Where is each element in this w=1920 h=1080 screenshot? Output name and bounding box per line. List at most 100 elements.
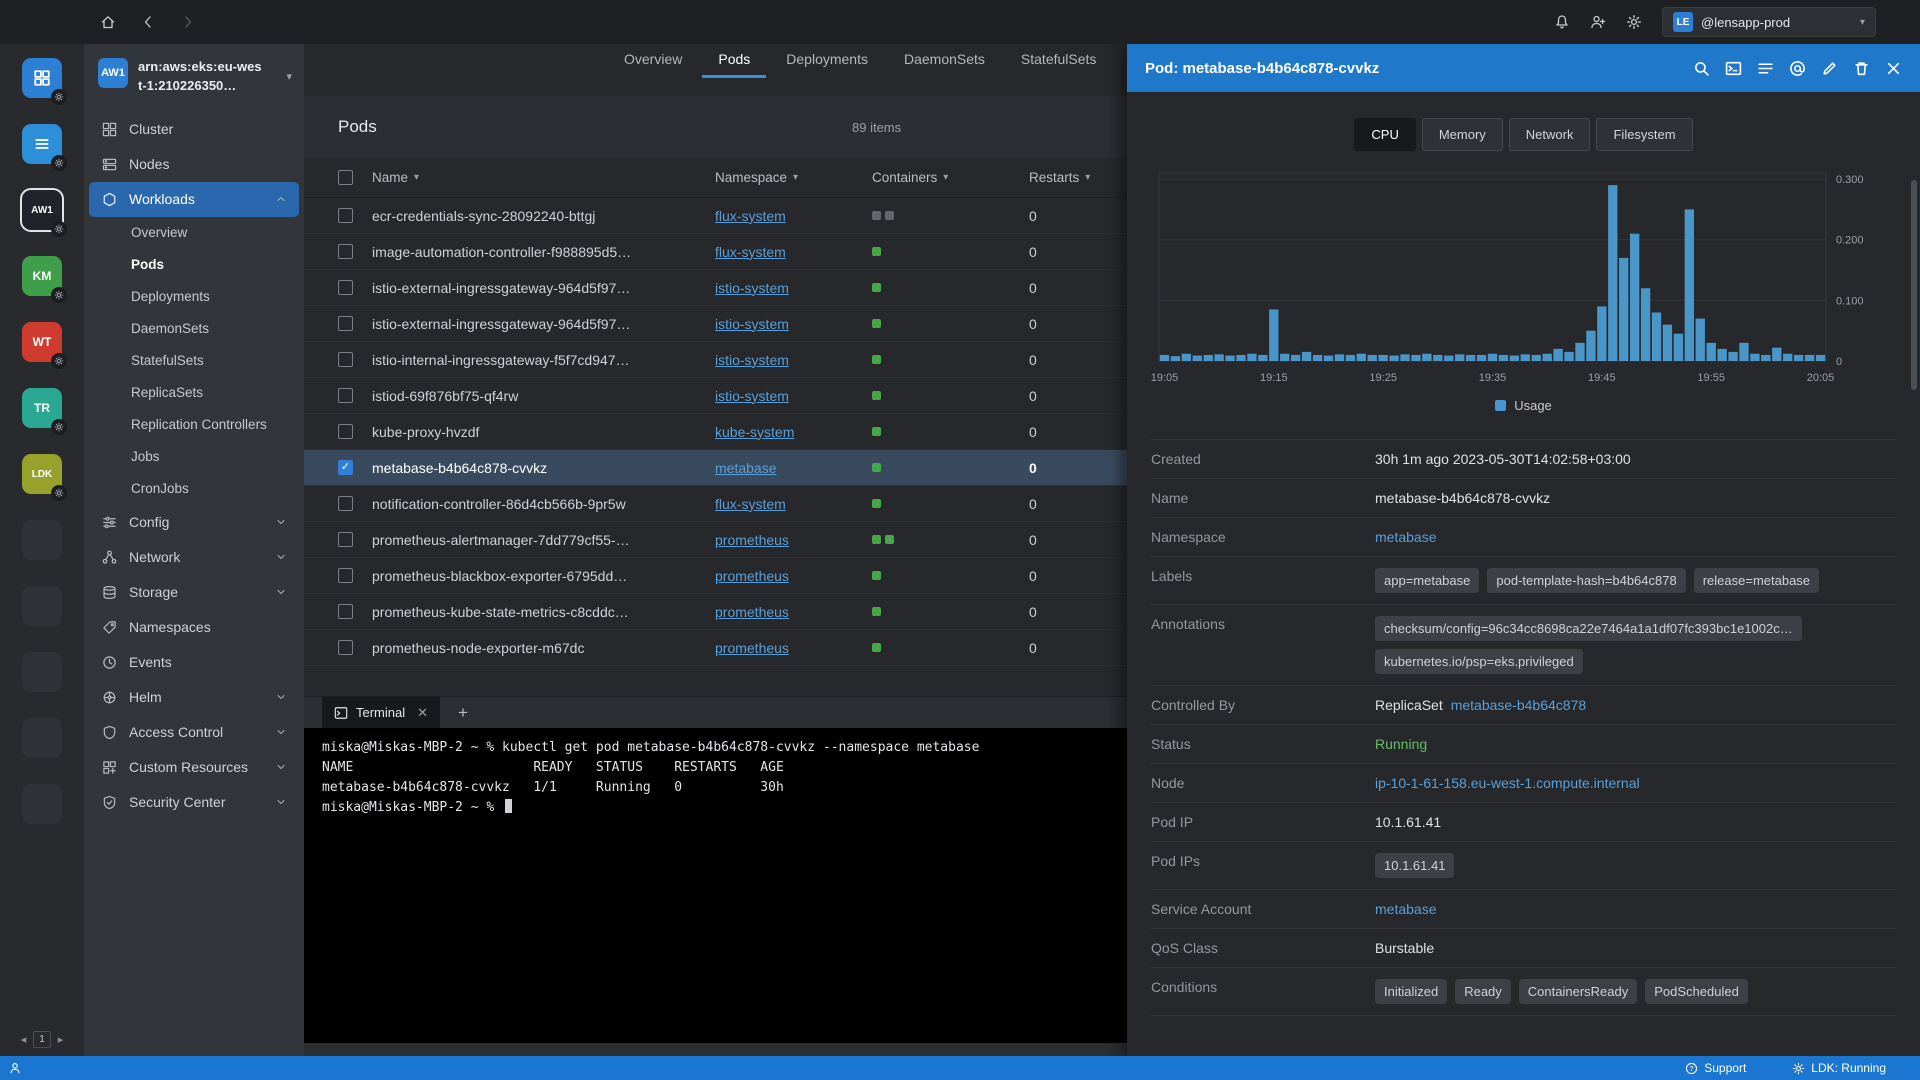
cluster-status[interactable]: LDK: Running <box>1792 1061 1886 1075</box>
back-icon[interactable] <box>140 14 156 30</box>
sidebar-item-cronjobs[interactable]: CronJobs <box>84 473 304 505</box>
tab-deployments[interactable]: Deployments <box>770 45 884 78</box>
sidebar-item-overview[interactable]: Overview <box>84 217 304 249</box>
chart-legend[interactable]: Usage <box>1151 398 1896 413</box>
row-checkbox[interactable] <box>338 280 353 295</box>
sidebar-item-helm[interactable]: Helm <box>89 680 299 715</box>
gear-icon[interactable] <box>51 353 67 369</box>
sidebar-item-statefulsets[interactable]: StatefulSets <box>84 345 304 377</box>
new-terminal-icon[interactable]: + <box>458 703 468 723</box>
column-header-name[interactable]: Name ▾ <box>372 170 715 185</box>
attach-icon[interactable] <box>1789 60 1806 77</box>
tab-pods[interactable]: Pods <box>702 45 767 78</box>
drawer-scrollbar[interactable] <box>1911 180 1917 390</box>
namespace-link[interactable]: istio-system <box>715 388 789 404</box>
tab-daemonsets[interactable]: DaemonSets <box>888 45 1001 78</box>
sidebar-item-config[interactable]: Config <box>89 505 299 540</box>
namespace-link[interactable]: prometheus <box>715 604 789 620</box>
row-checkbox[interactable] <box>338 640 353 655</box>
detail-link[interactable]: metabase-b4b64c878 <box>1451 697 1586 713</box>
row-checkbox[interactable] <box>338 388 353 403</box>
close-icon[interactable]: ✕ <box>417 705 428 721</box>
tab-overview[interactable]: Overview <box>608 45 698 78</box>
cluster-tile-wt[interactable]: WT <box>22 322 67 369</box>
cluster-selector[interactable]: AW1 arn:aws:eks:eu-west-1:210226350… ▾ <box>84 44 304 106</box>
catalog-button[interactable] <box>22 58 67 105</box>
sidebar-item-replicasets[interactable]: ReplicaSets <box>84 377 304 409</box>
row-checkbox[interactable] <box>338 496 353 511</box>
forward-icon[interactable] <box>180 14 196 30</box>
invite-user-icon[interactable] <box>1590 14 1606 30</box>
close-icon[interactable] <box>1885 60 1902 77</box>
namespace-link[interactable]: istio-system <box>715 280 789 296</box>
row-checkbox[interactable] <box>338 604 353 619</box>
detail-link[interactable]: ip-10-1-61-158.eu-west-1.compute.interna… <box>1375 775 1640 791</box>
hotbar-next-icon[interactable]: ▸ <box>58 1033 64 1046</box>
user-icon[interactable] <box>8 1061 22 1075</box>
sidebar-item-workloads[interactable]: Workloads <box>89 181 299 217</box>
row-checkbox[interactable]: ✓ <box>338 460 353 475</box>
terminal-icon[interactable] <box>1725 60 1742 77</box>
column-header-containers[interactable]: Containers ▾ <box>872 170 1029 185</box>
select-all-checkbox[interactable] <box>338 170 353 185</box>
row-checkbox[interactable] <box>338 568 353 583</box>
account-selector[interactable]: LE @lensapp-prod ▾ <box>1662 7 1876 37</box>
gear-icon[interactable] <box>51 221 67 237</box>
home-icon[interactable] <box>100 14 116 30</box>
sidebar-item-jobs[interactable]: Jobs <box>84 441 304 473</box>
sidebar-item-nodes[interactable]: Nodes <box>89 147 299 182</box>
sidebar-item-deployments[interactable]: Deployments <box>84 281 304 313</box>
row-checkbox[interactable] <box>338 532 353 547</box>
support-button[interactable]: ? Support <box>1685 1061 1746 1075</box>
namespace-link[interactable]: metabase <box>715 460 776 476</box>
detail-link[interactable]: metabase <box>1375 529 1436 545</box>
tab-statefulsets[interactable]: StatefulSets <box>1005 45 1113 78</box>
namespace-link[interactable]: flux-system <box>715 244 786 260</box>
notifications-icon[interactable] <box>1554 14 1570 30</box>
sidebar-item-cluster[interactable]: Cluster <box>89 112 299 147</box>
settings-gear-icon[interactable] <box>1626 14 1642 30</box>
sidebar-item-custom-resources[interactable]: Custom Resources <box>89 750 299 785</box>
namespace-link[interactable]: kube-system <box>715 424 794 440</box>
sidebar-item-access-control[interactable]: Access Control <box>89 715 299 750</box>
namespace-link[interactable]: flux-system <box>715 208 786 224</box>
namespace-link[interactable]: istio-system <box>715 352 789 368</box>
cluster-tile-ldk[interactable]: LDK <box>22 454 67 501</box>
gear-icon[interactable] <box>51 485 67 501</box>
metrics-tab-network[interactable]: Network <box>1508 118 1591 151</box>
sidebar-item-storage[interactable]: Storage <box>89 575 299 610</box>
row-checkbox[interactable] <box>338 208 353 223</box>
edit-icon[interactable] <box>1821 60 1838 77</box>
sidebar-item-events[interactable]: Events <box>89 645 299 680</box>
row-checkbox[interactable] <box>338 316 353 331</box>
gear-icon[interactable] <box>51 89 67 105</box>
namespace-link[interactable]: prometheus <box>715 640 789 656</box>
gear-icon[interactable] <box>51 287 67 303</box>
namespace-link[interactable]: prometheus <box>715 568 789 584</box>
row-checkbox[interactable] <box>338 424 353 439</box>
row-checkbox[interactable] <box>338 244 353 259</box>
search-icon[interactable] <box>1693 60 1710 77</box>
logs-icon[interactable] <box>1757 60 1774 77</box>
metrics-tab-memory[interactable]: Memory <box>1421 118 1503 151</box>
cluster-tile-aw1[interactable]: AW1 <box>22 190 67 237</box>
sidebar-item-replication-controllers[interactable]: Replication Controllers <box>84 409 304 441</box>
gear-icon[interactable] <box>51 155 67 171</box>
sidebar-item-daemonsets[interactable]: DaemonSets <box>84 313 304 345</box>
cluster-tile-km[interactable]: KM <box>22 256 67 303</box>
row-checkbox[interactable] <box>338 352 353 367</box>
namespace-link[interactable]: flux-system <box>715 496 786 512</box>
hotbar-prev-icon[interactable]: ◂ <box>21 1033 27 1046</box>
sidebar-item-namespaces[interactable]: Namespaces <box>89 610 299 645</box>
detail-link[interactable]: metabase <box>1375 901 1436 917</box>
sidebar-item-network[interactable]: Network <box>89 540 299 575</box>
namespace-link[interactable]: istio-system <box>715 316 789 332</box>
terminal-tab[interactable]: Terminal ✕ <box>322 696 441 729</box>
cluster-tile-tr[interactable]: TR <box>22 388 67 435</box>
column-header-namespace[interactable]: Namespace ▾ <box>715 170 872 185</box>
metrics-tab-filesystem[interactable]: Filesystem <box>1596 118 1693 151</box>
gear-icon[interactable] <box>51 419 67 435</box>
metrics-tab-cpu[interactable]: CPU <box>1354 118 1416 151</box>
sidebar-item-security-center[interactable]: Security Center <box>89 785 299 820</box>
hotbar-menu-button[interactable] <box>22 124 67 171</box>
